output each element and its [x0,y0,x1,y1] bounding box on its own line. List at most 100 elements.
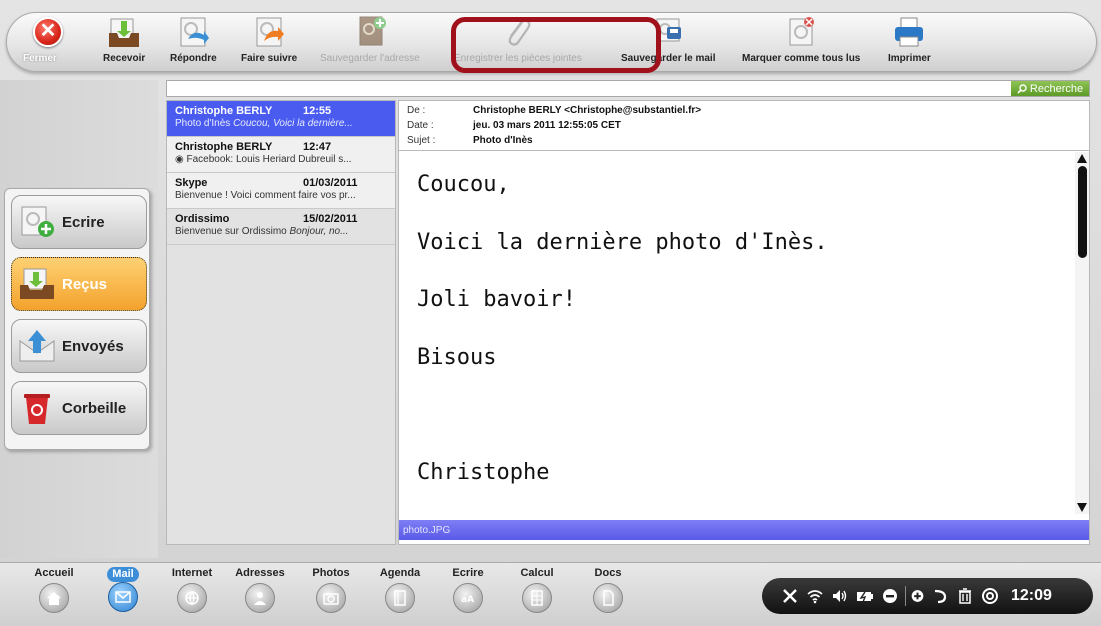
inbox-tray-icon [109,18,140,47]
message-time: 12:47 [303,141,332,153]
svg-text:aA: aA [461,595,474,605]
dock-item-docs[interactable]: Docs [578,567,638,623]
message-subject: Bienvenue ! Voici comment faire vos pr..… [175,190,356,201]
from-key: De : [407,105,426,116]
wifi-icon[interactable] [805,586,825,606]
mark-all-read-label: Marquer comme tous lus [742,53,861,64]
volume-icon[interactable] [830,586,850,606]
dock-label: Adresses [235,567,285,579]
sidebar-item-write[interactable]: Ecrire [11,195,147,249]
body-line: Voici la dernière photo d'Inès. [417,230,828,255]
dock-label: Mail [107,567,139,582]
email-body: Coucou, Voici la dernière photo d'Inès. … [399,152,1075,514]
forward-icon [256,17,285,47]
save-attachments-label: Enregistrer les pièces jointes [454,53,582,64]
search-button[interactable]: Recherche [1011,81,1089,96]
receive-button[interactable]: Recevoir [103,15,145,71]
main-toolbar: ✕ Fermer Recevoir Répondre Faire suivre [6,12,1097,73]
spreadsheet-icon [522,583,552,613]
print-button[interactable]: Imprimer [888,15,931,71]
body-scrollbar[interactable] [1075,152,1089,514]
zoom-in-icon[interactable] [905,586,925,606]
system-tray: 12:09 [762,578,1093,614]
sidebar-item-label: Ecrire [62,213,105,231]
sidebar-item-trash[interactable]: Corbeille [11,381,147,435]
attachment-item[interactable]: photo.JPG [399,520,1089,540]
message-list: Christophe BERLY 12:55 Photo d'Inès Couc… [166,100,396,545]
folder-menu: Ecrire Reçus Envoyés Corbeille [4,188,150,450]
message-sender: Christophe BERLY [175,141,273,153]
close-button[interactable]: ✕ Fermer [7,13,87,73]
message-sender: Christophe BERLY [175,105,273,117]
mark-all-read-button[interactable]: Marquer comme tous lus [742,15,860,71]
save-address-button[interactable]: Sauvegarder l'adresse [320,15,420,71]
bottom-dock: Accueil Mail Internet Adresses Photos Ag… [0,562,1101,626]
message-excerpt: Bonjour, no... [289,226,349,237]
dock-item-home[interactable]: Accueil [24,567,84,623]
trash-can-icon[interactable] [955,586,975,606]
dock-item-calc[interactable]: Calcul [507,567,567,623]
trash-icon [24,394,50,424]
sidebar-item-sent[interactable]: Envoyés [11,319,147,373]
save-mail-icon [656,18,682,42]
documents-icon [593,583,623,613]
message-subject: Photo d'Inès [175,118,231,129]
tools-icon[interactable] [780,586,800,606]
dock-label: Calcul [520,567,554,579]
battery-icon[interactable] [855,586,875,606]
sidebar-item-received[interactable]: Reçus [11,257,147,311]
reply-label: Répondre [170,53,217,64]
dock-label: Photos [312,567,350,579]
message-time: 15/02/2011 [303,213,358,225]
list-item[interactable]: Christophe BERLY 12:47 ◉ Facebook: Louis… [167,137,395,173]
printer-icon [895,17,924,47]
list-item[interactable]: Ordissimo 15/02/2011 Bienvenue sur Ordis… [167,209,395,245]
body-line: Joli bavoir! [417,287,576,312]
dock-label: Accueil [34,567,74,579]
agenda-icon [385,583,415,613]
dock-label: Internet [171,567,213,579]
scroll-thumb[interactable] [1078,166,1087,258]
forward-button[interactable]: Faire suivre [241,15,297,71]
dock-item-internet[interactable]: Internet [162,567,222,623]
body-line: Christophe [417,460,550,485]
help-lifebuoy-icon[interactable] [980,586,1000,606]
message-subject: Bienvenue sur Ordissimo [175,226,287,237]
left-panel: Ecrire Reçus Envoyés Corbeille [0,80,158,558]
body-line: Bisous [417,345,497,370]
scroll-down-arrow-icon[interactable] [1077,503,1087,512]
dock-item-mail[interactable]: Mail [93,567,153,623]
email-headers: De : Christophe BERLY <Christophe@substan… [399,101,1089,151]
dock-item-agenda[interactable]: Agenda [370,567,430,623]
print-label: Imprimer [888,53,931,64]
text-editor-icon: aA [453,583,483,613]
search-icon [1017,83,1027,94]
close-label: Fermer [23,53,57,64]
contacts-icon [245,583,275,613]
reply-button[interactable]: Répondre [170,15,217,71]
forward-label: Faire suivre [241,53,298,64]
sent-icon [19,330,55,362]
save-mail-button[interactable]: Sauvegarder le mail [621,15,716,71]
dock-item-addresses[interactable]: Adresses [230,567,290,623]
message-excerpt: Coucou, Voici la dernière... [233,118,353,129]
dock-item-write[interactable]: Ecrire aA [438,567,498,623]
inbox-icon [20,268,54,299]
scroll-up-arrow-icon[interactable] [1077,154,1087,163]
dock-label: Ecrire [452,567,484,579]
list-item[interactable]: Skype 01/03/2011 Bienvenue ! Voici comme… [167,173,395,209]
dock-label: Docs [594,567,622,579]
list-item[interactable]: Christophe BERLY 12:55 Photo d'Inès Couc… [167,101,395,137]
message-time: 01/03/2011 [303,177,358,189]
back-arrow-icon[interactable] [930,586,950,606]
dock-item-photos[interactable]: Photos [301,567,361,623]
date-value: jeu. 03 mars 2011 12:55:05 CET [473,120,621,131]
close-icon: ✕ [33,17,63,47]
zoom-out-icon[interactable] [880,586,900,606]
search-input[interactable]: Recherche [166,80,1090,97]
date-key: Date : [407,120,434,131]
search-button-label: Recherche [1029,82,1084,95]
receive-label: Recevoir [103,53,146,64]
sidebar-item-label: Reçus [62,275,108,293]
save-attachments-button[interactable]: Enregistrer les pièces jointes [454,15,582,71]
